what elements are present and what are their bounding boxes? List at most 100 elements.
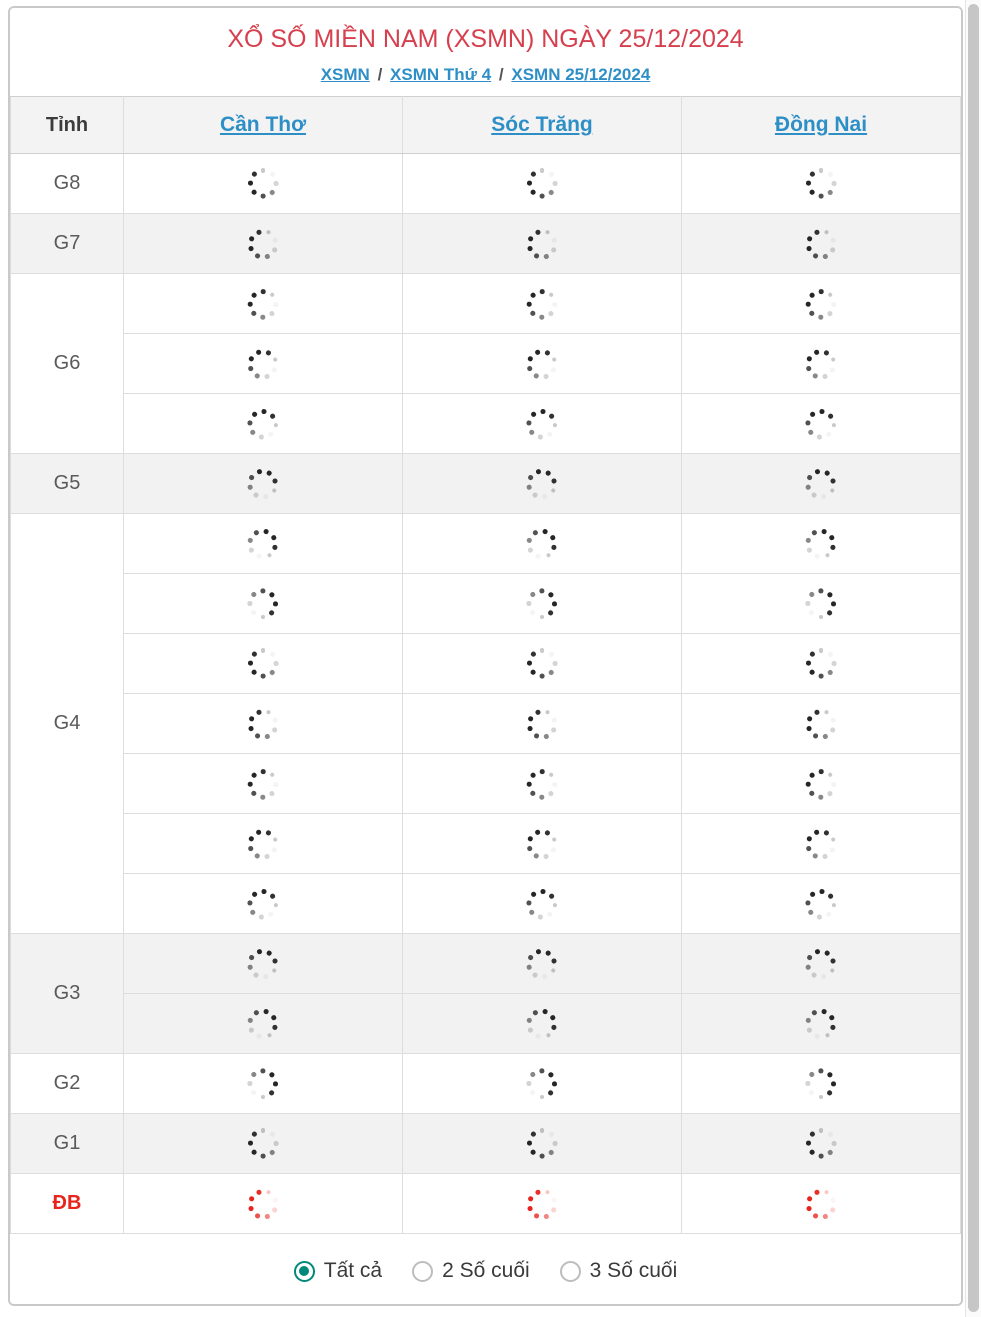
column-link-dong-nai[interactable]: Đồng Nai bbox=[775, 113, 867, 136]
spinner-icon bbox=[519, 940, 565, 986]
spinner-icon bbox=[241, 342, 285, 386]
spinner-icon bbox=[245, 885, 282, 922]
result-cell bbox=[681, 873, 961, 934]
spinner-icon bbox=[804, 587, 838, 621]
prize-label-g5: G5 bbox=[10, 453, 124, 514]
result-cell bbox=[123, 573, 403, 634]
spinner-icon bbox=[798, 940, 844, 986]
page-scrollbar-thumb[interactable] bbox=[968, 4, 979, 1312]
result-cell bbox=[123, 693, 403, 754]
breadcrumb: XSMN / XSMN Thứ 4 / XSMN 25/12/2024 bbox=[20, 64, 951, 86]
radio-indicator-all[interactable] bbox=[293, 1260, 315, 1282]
spinner-icon bbox=[798, 1181, 843, 1226]
spinner-icon bbox=[246, 647, 280, 681]
result-cell bbox=[402, 813, 682, 874]
spinner-icon bbox=[797, 759, 845, 807]
result-cell bbox=[402, 933, 682, 994]
page-title: XỔ SỐ MIỀN NAM (XSMN) NGÀY 25/12/2024 bbox=[227, 25, 744, 53]
prize-label-g7: G7 bbox=[10, 213, 124, 274]
prize-label-g1: G1 bbox=[10, 1113, 124, 1174]
table-row bbox=[11, 993, 961, 1054]
spinner-icon bbox=[799, 822, 843, 866]
spinner-icon bbox=[240, 940, 286, 986]
spinner-icon bbox=[804, 167, 838, 201]
spinner-icon bbox=[240, 701, 285, 746]
result-cell bbox=[681, 1173, 961, 1234]
prize-label-g8: G8 bbox=[10, 153, 124, 214]
page-scrollbar-track[interactable] bbox=[965, 0, 981, 1317]
spinner-icon bbox=[525, 1067, 559, 1101]
radio-label-last-2: 2 Số cuối bbox=[442, 1259, 530, 1282]
spinner-icon bbox=[241, 822, 285, 866]
spinner-icon bbox=[240, 1181, 285, 1226]
result-cell bbox=[123, 153, 403, 214]
column-link-can-tho[interactable]: Cần Thơ bbox=[220, 113, 306, 136]
result-cell bbox=[402, 393, 682, 454]
breadcrumb-link-xsmn[interactable]: XSMN bbox=[321, 65, 370, 84]
spinner-icon bbox=[518, 759, 566, 807]
result-cell bbox=[402, 453, 682, 514]
result-cell bbox=[402, 213, 682, 274]
result-cell bbox=[681, 993, 961, 1054]
result-cell bbox=[681, 1113, 961, 1174]
column-header-dong-nai[interactable]: Đồng Nai bbox=[681, 96, 961, 154]
column-link-soc-trang[interactable]: Sóc Trăng bbox=[491, 113, 593, 136]
spinner-icon bbox=[240, 1000, 286, 1046]
table-row: G7 bbox=[10, 213, 961, 274]
spinner-icon bbox=[525, 587, 559, 621]
result-cell bbox=[123, 213, 403, 274]
table-row bbox=[11, 633, 961, 694]
spinner-icon bbox=[246, 167, 280, 201]
spinner-icon bbox=[519, 460, 565, 506]
radio-indicator-last-3[interactable] bbox=[559, 1260, 581, 1282]
table-row bbox=[11, 693, 961, 754]
result-cell bbox=[402, 1173, 682, 1234]
result-panel: XỔ SỐ MIỀN NAM (XSMN) NGÀY 25/12/2024 XS… bbox=[8, 6, 963, 1306]
spinner-icon bbox=[803, 885, 840, 922]
radio-option-last-2[interactable]: 2 Số cuối bbox=[412, 1259, 530, 1283]
result-cell bbox=[681, 753, 961, 814]
table-row bbox=[11, 873, 961, 934]
result-cell bbox=[123, 393, 403, 454]
result-cell bbox=[123, 333, 403, 394]
spinner-icon bbox=[798, 701, 843, 746]
result-cell bbox=[402, 873, 682, 934]
spinner-icon bbox=[798, 221, 843, 266]
result-cell bbox=[402, 693, 682, 754]
result-cell bbox=[123, 933, 403, 994]
spinner-icon bbox=[519, 1181, 564, 1226]
spinner-icon bbox=[245, 405, 282, 442]
result-cell bbox=[402, 753, 682, 814]
column-header-can-tho[interactable]: Cần Thơ bbox=[123, 96, 403, 154]
spinner-icon bbox=[246, 587, 280, 621]
result-cell bbox=[681, 813, 961, 874]
spinner-icon bbox=[240, 221, 285, 266]
table-row bbox=[11, 333, 961, 394]
table-row: G4 bbox=[10, 513, 961, 934]
table-header-row: Tỉnh Cần Thơ Sóc Trăng Đồng Nai bbox=[10, 96, 961, 154]
spinner-icon bbox=[520, 822, 564, 866]
radio-option-all[interactable]: Tất cả bbox=[293, 1259, 383, 1283]
prize-label-g4: G4 bbox=[10, 513, 124, 934]
breadcrumb-link-date[interactable]: XSMN 25/12/2024 bbox=[511, 65, 650, 84]
spinner-icon bbox=[240, 460, 286, 506]
radio-option-last-3[interactable]: 3 Số cuối bbox=[559, 1259, 677, 1283]
column-header-province: Tỉnh bbox=[10, 96, 124, 154]
breadcrumb-separator-2: / bbox=[498, 65, 504, 84]
spinner-icon bbox=[519, 520, 565, 566]
spinner-icon bbox=[240, 520, 286, 566]
radio-indicator-last-2[interactable] bbox=[412, 1260, 434, 1282]
spinner-icon bbox=[519, 221, 564, 266]
spinner-icon bbox=[803, 405, 840, 442]
spinner-icon bbox=[239, 279, 287, 327]
result-cell bbox=[123, 1173, 403, 1234]
column-header-soc-trang[interactable]: Sóc Trăng bbox=[402, 96, 682, 154]
breadcrumb-link-weekday[interactable]: XSMN Thứ 4 bbox=[390, 65, 491, 84]
radio-label-all: Tất cả bbox=[323, 1259, 383, 1282]
result-cell bbox=[123, 753, 403, 814]
prize-label-đb: ĐB bbox=[10, 1173, 124, 1234]
prize-label-g6: G6 bbox=[10, 273, 124, 454]
breadcrumb-separator-1: / bbox=[377, 65, 383, 84]
table-row: G6 bbox=[10, 273, 961, 454]
filter-footer: Tất cả 2 Số cuối 3 Số cuối bbox=[10, 1234, 961, 1304]
